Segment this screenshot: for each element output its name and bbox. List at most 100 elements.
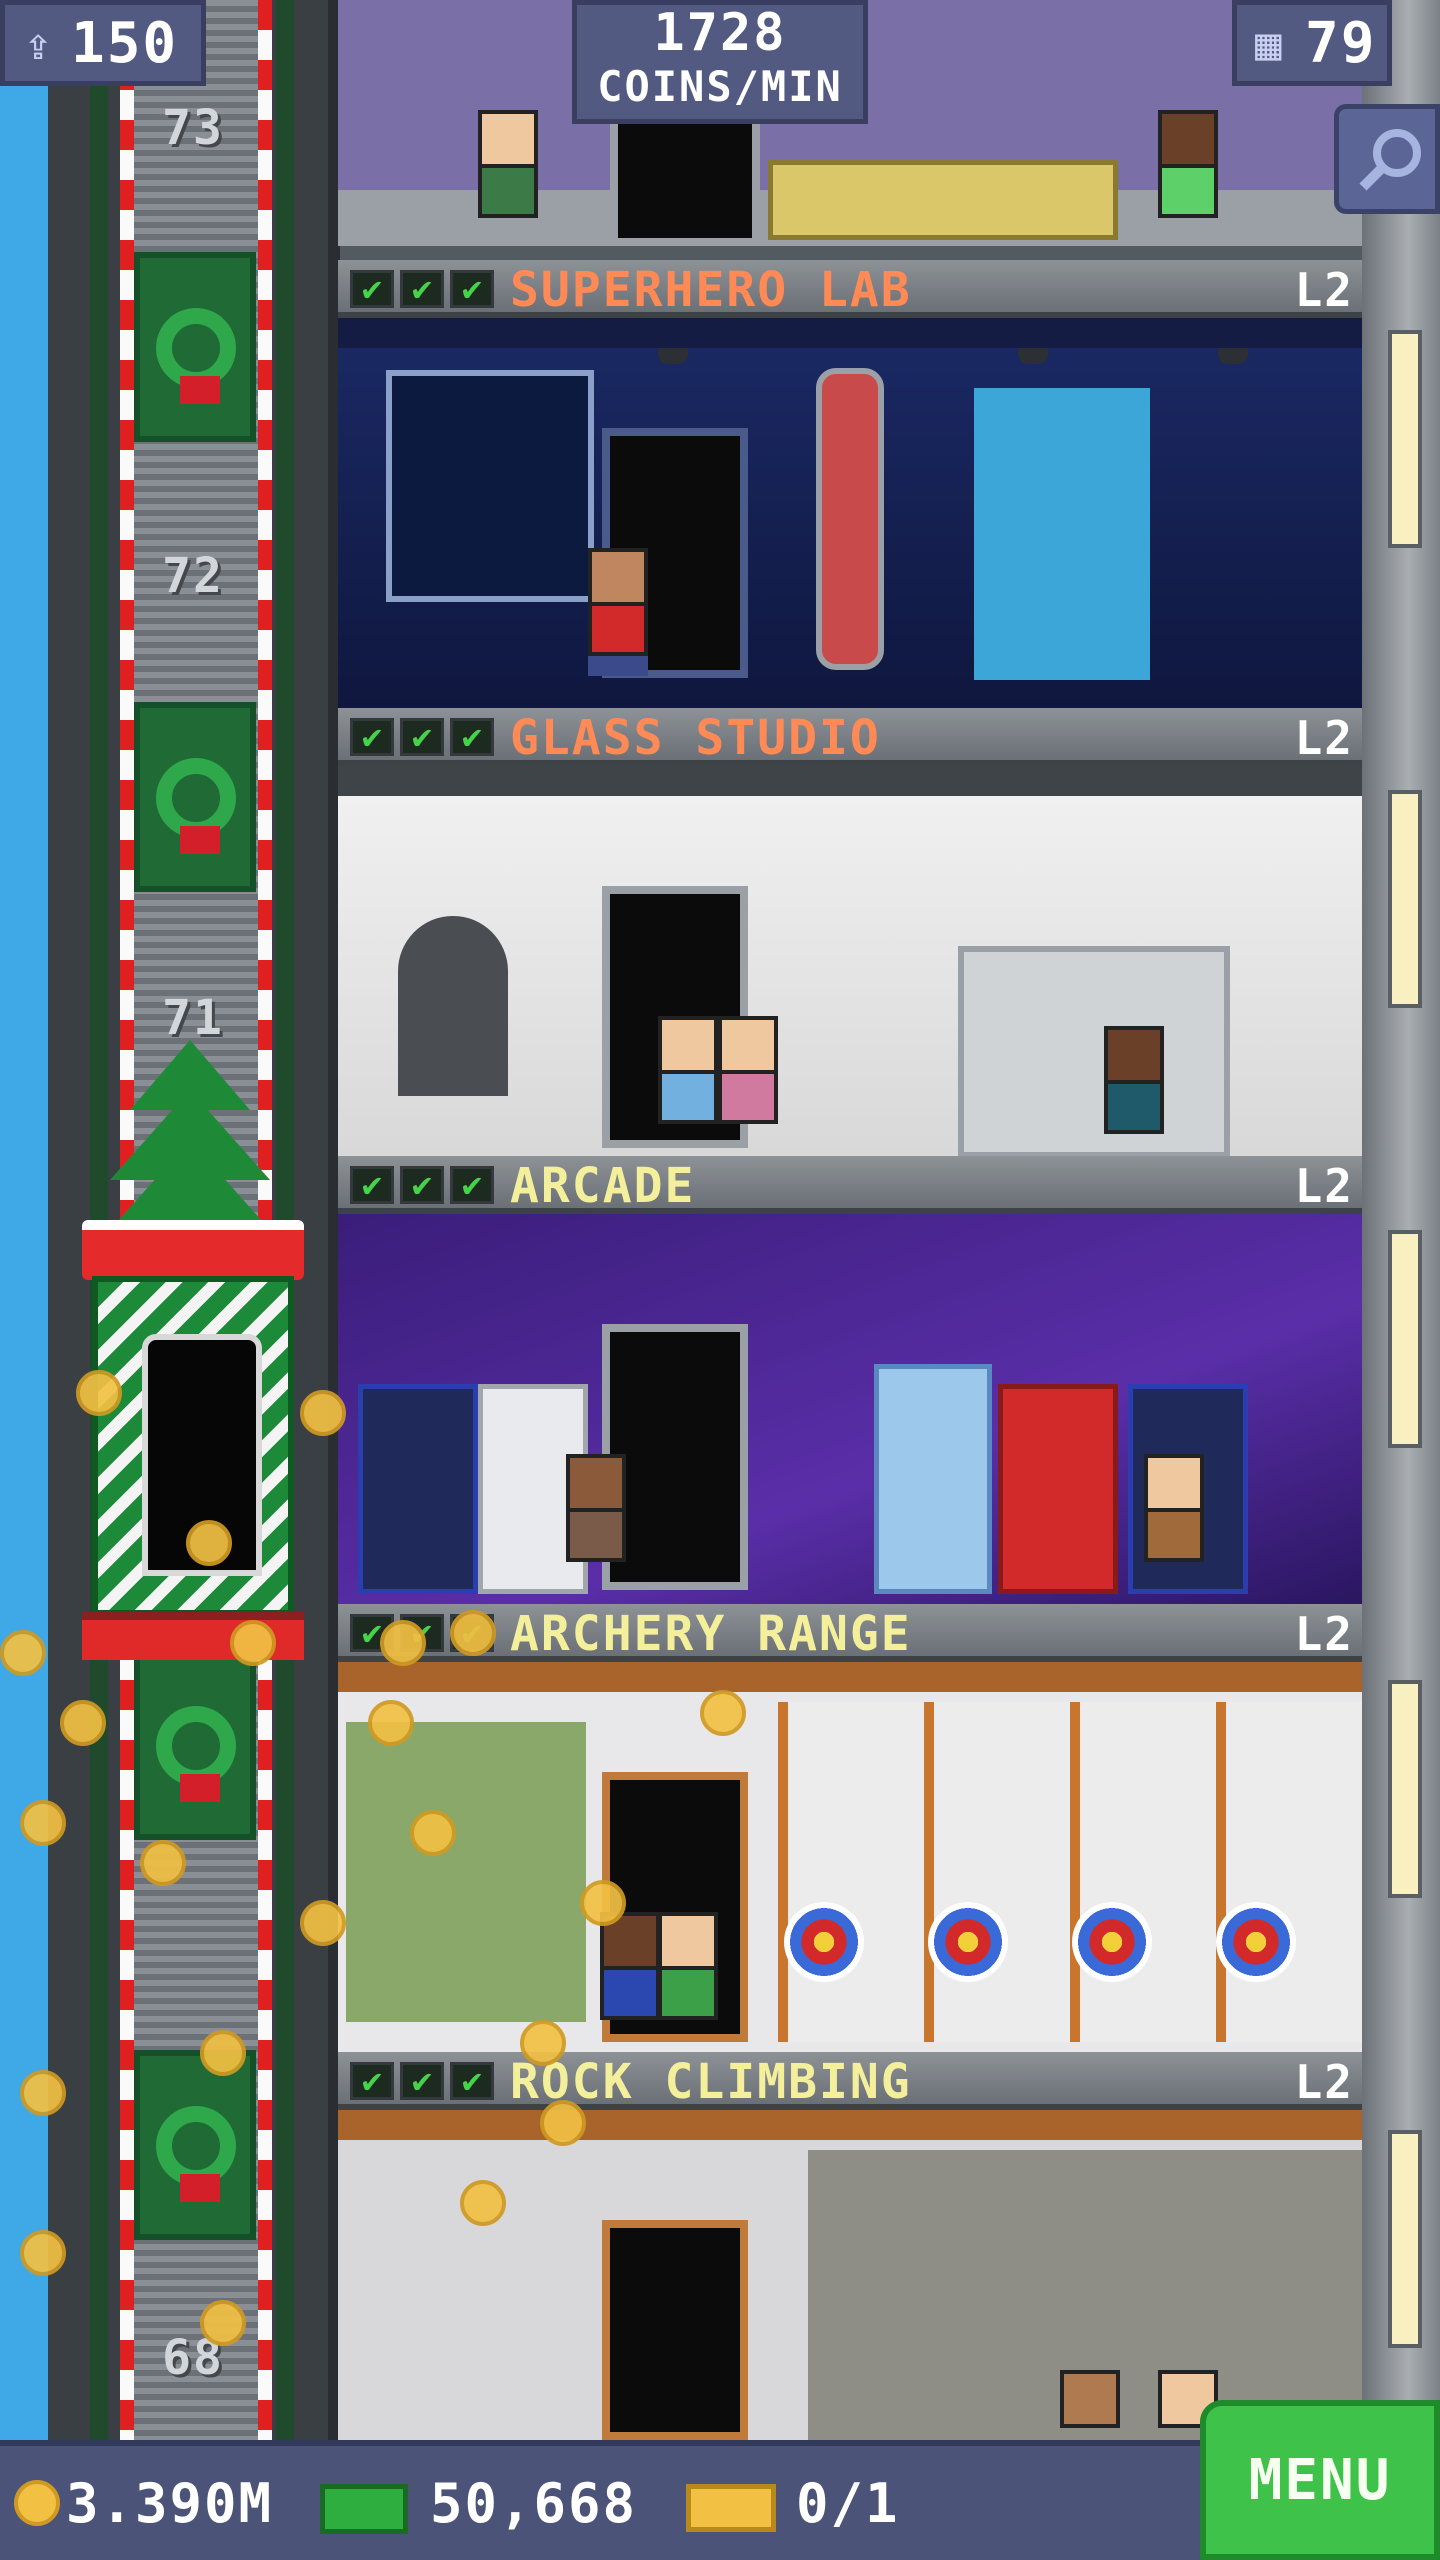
- coin-icon: [20, 1800, 66, 1846]
- archery-target: [784, 1902, 864, 1982]
- floor-header[interactable]: ✔ ✔ ✔ SUPERHERO LAB L2: [338, 260, 1362, 318]
- zoom-button[interactable]: [1334, 104, 1440, 214]
- coin-icon: [20, 2070, 66, 2116]
- tower-window: [1388, 330, 1422, 548]
- floor-level: L2: [1294, 1607, 1354, 1661]
- floor-arcade[interactable]: ✔ ✔ ✔ ARCADE L2: [338, 1156, 1362, 1606]
- floor-level: L2: [1294, 1159, 1354, 1213]
- coins-per-min-panel[interactable]: 1728 COINS/MIN: [572, 0, 868, 124]
- floors-count: 79: [1305, 11, 1377, 76]
- elevator-car[interactable]: [82, 1220, 304, 1660]
- arcade-cabinet: [358, 1384, 478, 1594]
- checkmark-icon: ✔: [450, 1166, 494, 1204]
- archery-target: [1216, 1902, 1296, 1982]
- checkmark-icon: ✔: [450, 270, 494, 308]
- bitizen[interactable]: [658, 1912, 718, 2020]
- wreath-decoration: [134, 702, 256, 892]
- coins-per-min-label: COINS/MIN: [597, 62, 843, 111]
- floor-header[interactable]: ✔ ✔ ✔ ROCK CLIMBING L2: [338, 2052, 1362, 2110]
- bitizen[interactable]: [1104, 1026, 1164, 1134]
- glass-shelf: [958, 946, 1230, 1158]
- floor-header[interactable]: ✔ ✔ ✔ ARCADE L2: [338, 1156, 1362, 1214]
- cash-icon: [320, 2484, 408, 2534]
- christmas-tree-icon: [110, 1010, 270, 1230]
- coin-icon: [76, 1370, 122, 1416]
- checkmark-icon: ✔: [450, 2062, 494, 2100]
- floor-superhero-lab[interactable]: ✔ ✔ ✔ SUPERHERO LAB L2: [338, 260, 1362, 710]
- coins-per-min-value: 1728: [653, 3, 787, 63]
- arcade-cabinet: [998, 1384, 1118, 1594]
- floor-rock-climbing[interactable]: ✔ ✔ ✔ ROCK CLIMBING L2: [338, 2052, 1362, 2440]
- floor-name: SUPERHERO LAB: [510, 262, 912, 318]
- floor-name: ARCHERY RANGE: [510, 1606, 912, 1662]
- bitizen[interactable]: [600, 1912, 660, 2020]
- bux-icon: ⇪: [25, 19, 52, 70]
- bitizen[interactable]: [1144, 1454, 1204, 1562]
- floor-archery-range[interactable]: ✔ ✔ ✔ ARCHERY RANGE L2: [338, 1604, 1362, 2054]
- coin-icon: [200, 2030, 246, 2076]
- zoom-icon: [1359, 129, 1421, 191]
- coin-icon: [200, 2300, 246, 2346]
- claw-machine: [874, 1364, 992, 1594]
- dna-tube: [816, 368, 884, 670]
- room-interior: [338, 1662, 1362, 2054]
- bitizen[interactable]: [1060, 2370, 1120, 2428]
- checkmark-icon: ✔: [400, 1166, 444, 1204]
- tower-window: [1388, 1230, 1422, 1448]
- coin-icon: [140, 1840, 186, 1886]
- wreath-decoration: [134, 1650, 256, 1840]
- room-interior: [338, 318, 1362, 710]
- checkmark-icon: ✔: [400, 270, 444, 308]
- coin-icon: [230, 1620, 276, 1666]
- bitizen[interactable]: [658, 1016, 718, 1124]
- checkmark-icon: ✔: [350, 1166, 394, 1204]
- bux-counter[interactable]: ⇪ 150: [0, 0, 206, 86]
- hologram-screen: [386, 370, 594, 602]
- archery-lanes: [778, 1702, 1362, 2042]
- checkmark-icon: ✔: [350, 718, 394, 756]
- floor-level: L2: [1294, 711, 1354, 765]
- coin-icon: [0, 1630, 46, 1676]
- room-doorway: [602, 2220, 748, 2440]
- checkmark-icon: ✔: [400, 2062, 444, 2100]
- bitizen[interactable]: [1158, 110, 1218, 218]
- floors-icon: ▦: [1255, 19, 1282, 70]
- coin-icon: [540, 2100, 586, 2146]
- bitizen[interactable]: [566, 1454, 626, 1562]
- checkmark-icon: ✔: [450, 718, 494, 756]
- coin-icon: [460, 2180, 506, 2226]
- checkmark-icon: ✔: [400, 718, 444, 756]
- tower-window: [1388, 2130, 1422, 2348]
- floors-counter[interactable]: ▦ 79: [1232, 0, 1392, 86]
- wreath-decoration: [134, 2050, 256, 2240]
- coin-icon: [520, 2020, 566, 2066]
- coin-icon: [410, 1810, 456, 1856]
- coin-icon: [300, 1900, 346, 1946]
- bitizen[interactable]: [478, 110, 538, 218]
- menu-button[interactable]: MENU: [1200, 2400, 1440, 2560]
- vip-tickets: 0/1: [796, 2472, 900, 2535]
- ticket-icon: [686, 2484, 776, 2532]
- coin-icon: [14, 2480, 60, 2526]
- floor-name: ARCADE: [510, 1158, 696, 1214]
- kiln: [398, 916, 508, 1096]
- room-interior: [338, 766, 1362, 1158]
- coin-icon: [20, 2230, 66, 2276]
- tower-window: [1388, 790, 1422, 1008]
- floor-level: L2: [1294, 263, 1354, 317]
- bux-count: 150: [71, 11, 179, 76]
- archery-target: [928, 1902, 1008, 1982]
- elevator-floor-number: 72: [162, 548, 224, 604]
- equipment-wall: [346, 1722, 586, 2022]
- portal-screen: [974, 388, 1150, 680]
- coin-icon: [380, 1620, 426, 1666]
- wreath-decoration: [134, 252, 256, 442]
- bitizen[interactable]: [718, 1016, 778, 1124]
- floor-header[interactable]: ✔ ✔ ✔ GLASS STUDIO L2: [338, 708, 1362, 766]
- coin-icon: [450, 1610, 496, 1656]
- bitizen[interactable]: [588, 548, 648, 676]
- coin-icon: [700, 1690, 746, 1736]
- floor-glass-studio[interactable]: ✔ ✔ ✔ GLASS STUDIO L2: [338, 708, 1362, 1158]
- elevator-floor-number: 73: [162, 100, 224, 156]
- coin-icon: [60, 1700, 106, 1746]
